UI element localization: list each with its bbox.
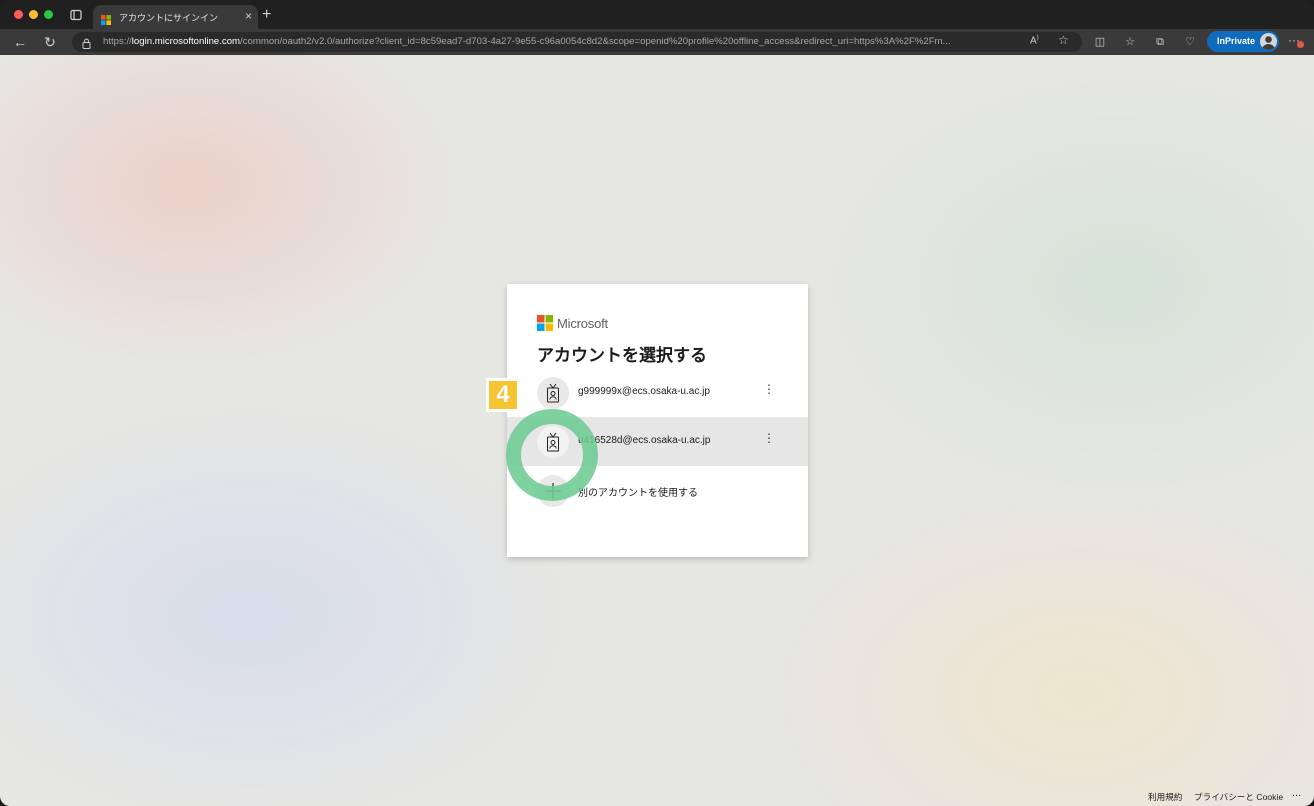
close-window-button[interactable] bbox=[14, 10, 23, 19]
tab-signin[interactable]: アカウントにサインイン × bbox=[93, 5, 258, 29]
browser-window: アカウントにサインイン × + ← ↻ https://login.micros… bbox=[0, 0, 1314, 806]
new-tab-icon[interactable]: + bbox=[262, 7, 271, 23]
microsoft-logo-icon bbox=[101, 12, 111, 30]
highlight-ring bbox=[506, 409, 598, 501]
back-icon[interactable]: ← bbox=[12, 34, 28, 50]
step-number-badge: 4 bbox=[486, 378, 520, 412]
favorites-icon[interactable]: ☆ bbox=[1122, 34, 1138, 50]
minimize-window-button[interactable] bbox=[29, 10, 38, 19]
tab-actions-icon[interactable] bbox=[70, 9, 82, 21]
account-options-icon[interactable]: ⋮ bbox=[763, 383, 775, 395]
inprivate-label: InPrivate bbox=[1217, 36, 1256, 46]
profile-avatar bbox=[1260, 33, 1277, 50]
brand-name: Microsoft bbox=[557, 315, 608, 331]
account-email: g999999x@ecs.osaka-u.ac.jp bbox=[578, 386, 710, 397]
account-options-icon[interactable]: ⋮ bbox=[763, 432, 775, 444]
privacy-cookies-link[interactable]: プライバシーと Cookie bbox=[1194, 791, 1283, 803]
notification-badge bbox=[1297, 41, 1304, 48]
terms-of-use-link[interactable]: 利用規約 bbox=[1148, 791, 1182, 803]
use-another-account-label: 別のアカウントを使用する bbox=[578, 488, 698, 499]
collections-icon[interactable]: ⧉ bbox=[1152, 34, 1168, 50]
zoom-window-button[interactable] bbox=[44, 10, 53, 19]
account-avatar bbox=[537, 377, 569, 409]
inprivate-button[interactable]: InPrivate bbox=[1207, 31, 1279, 52]
microsoft-logo-icon bbox=[537, 315, 553, 331]
navigation-toolbar: ← ↻ https://login.microsoftonline.com/co… bbox=[0, 29, 1314, 55]
favorite-star-icon[interactable]: ☆ bbox=[1058, 33, 1069, 47]
page-title: アカウントを選択する bbox=[537, 346, 707, 365]
account-email: u416528d@ecs.osaka-u.ac.jp bbox=[578, 435, 711, 446]
microsoft-brand: Microsoft bbox=[537, 315, 608, 331]
read-aloud-icon[interactable]: A) bbox=[1030, 35, 1039, 46]
page-background: Microsoft アカウントを選択する g999999x@ecs.osaka-… bbox=[0, 55, 1314, 806]
lock-icon bbox=[82, 36, 91, 54]
refresh-icon[interactable]: ↻ bbox=[42, 34, 58, 50]
split-screen-icon[interactable]: ◫ bbox=[1092, 34, 1108, 50]
title-bar: アカウントにサインイン × + bbox=[0, 0, 1314, 29]
address-bar[interactable]: https://login.microsoftonline.com/common… bbox=[72, 32, 1082, 52]
url-text: https://login.microsoftonline.com/common… bbox=[103, 36, 951, 47]
footer-more-icon[interactable]: ... bbox=[1292, 787, 1301, 799]
browser-essentials-icon[interactable]: ♡ bbox=[1182, 34, 1198, 50]
tab-title: アカウントにサインイン bbox=[119, 13, 219, 23]
badge-id-icon bbox=[547, 383, 559, 403]
close-tab-icon[interactable]: × bbox=[245, 9, 252, 23]
